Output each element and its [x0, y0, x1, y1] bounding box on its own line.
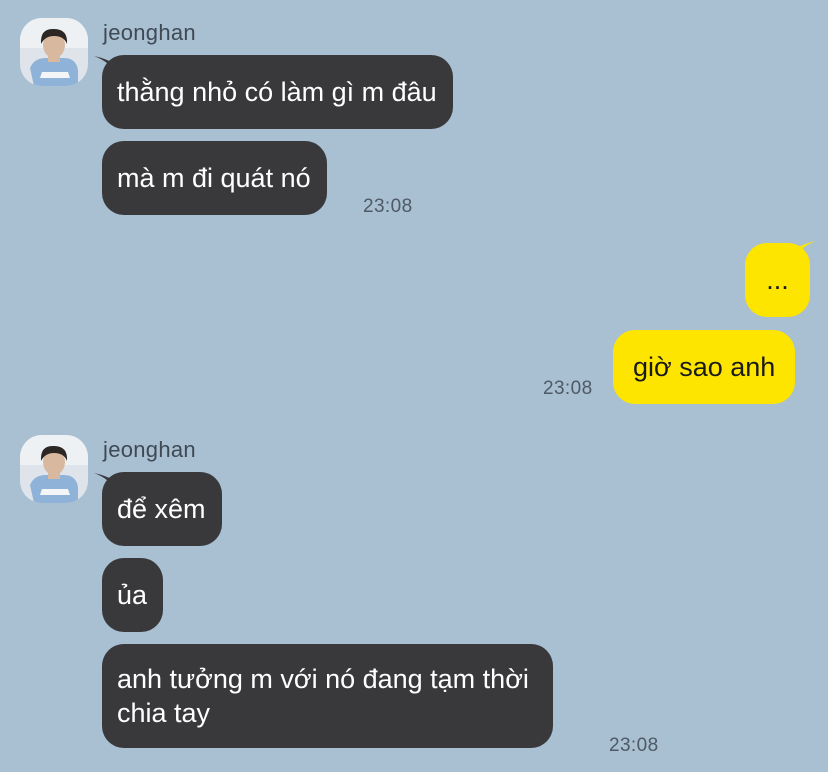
- message-bubble[interactable]: mà m đi quát nó: [102, 141, 327, 215]
- message-bubble[interactable]: thằng nhỏ có làm gì m đâu: [102, 55, 453, 129]
- profile-photo-icon: [20, 435, 88, 503]
- sender-avatar[interactable]: [20, 435, 88, 503]
- message-time: 23:08: [363, 196, 413, 217]
- message-bubble[interactable]: ủa: [102, 558, 164, 632]
- message-time: 23:08: [543, 378, 593, 399]
- my-message-bubble[interactable]: giờ sao anh: [613, 330, 796, 404]
- sender-name: jeonghan: [103, 20, 196, 45]
- profile-photo-icon: [20, 18, 88, 86]
- my-message-bubble[interactable]: ...: [745, 243, 810, 317]
- message-bubble[interactable]: để xêm: [102, 472, 222, 546]
- sender-avatar[interactable]: [20, 18, 88, 86]
- chat-area[interactable]: jeonghan thằng nhỏ có làm gì m đâu mà m …: [0, 0, 828, 772]
- sender-name: jeonghan: [103, 437, 196, 462]
- message-bubble[interactable]: anh tưởng m với nó đang tạm thời chia ta…: [102, 644, 553, 748]
- message-time: 23:08: [609, 735, 659, 756]
